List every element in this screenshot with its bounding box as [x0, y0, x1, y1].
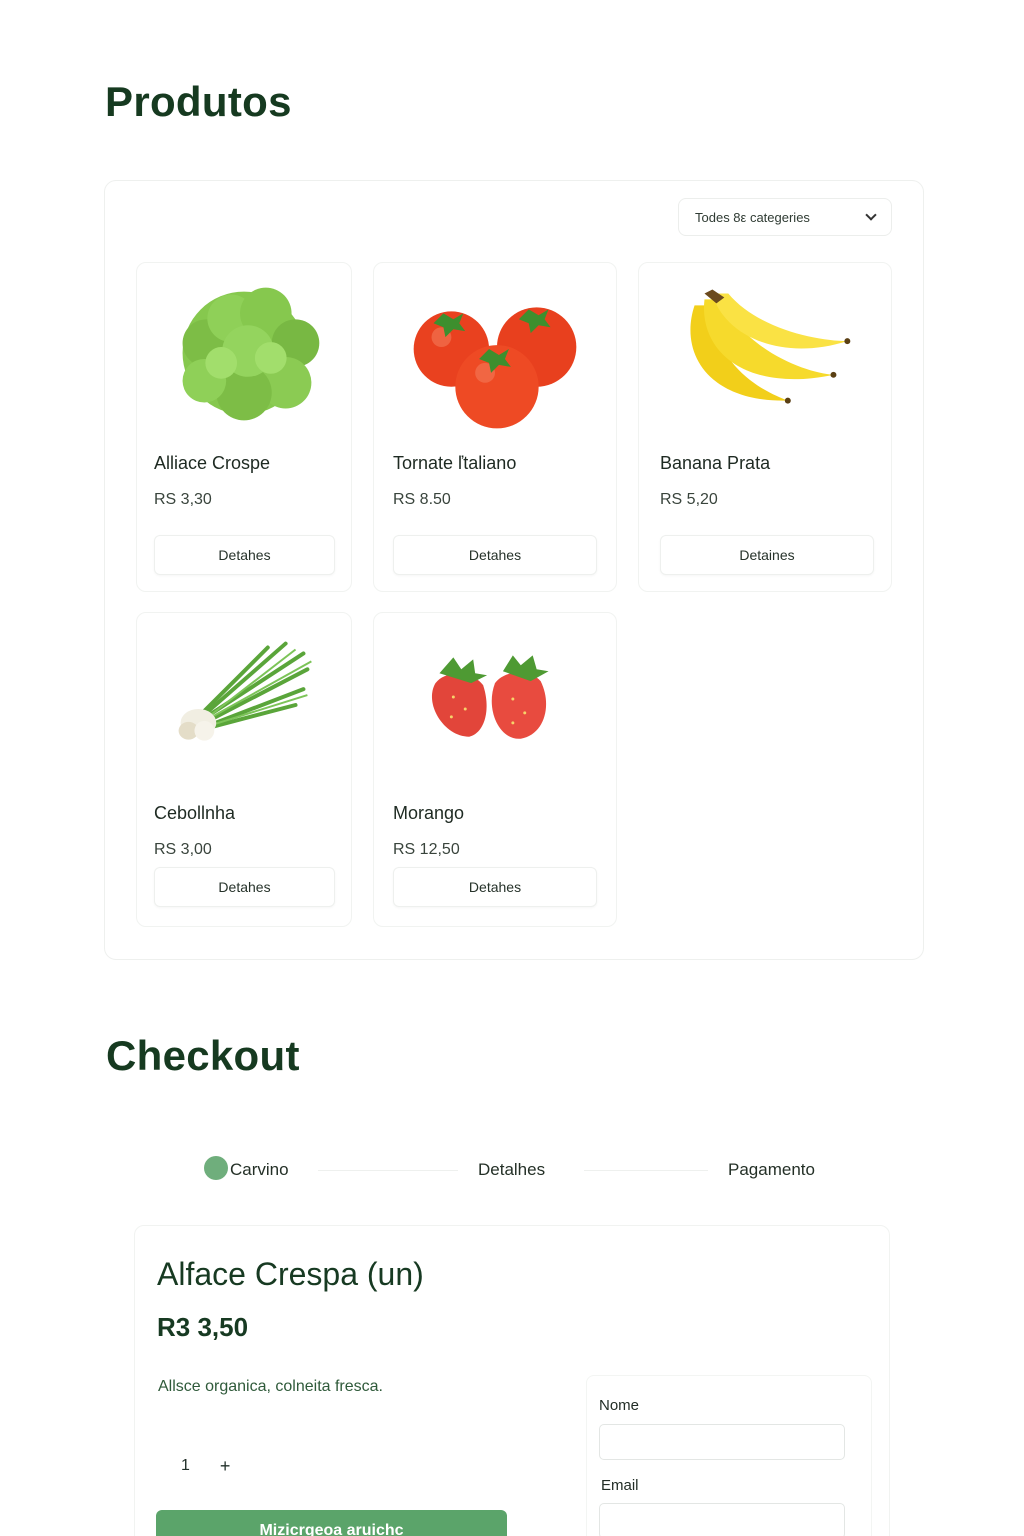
product-price: RS 8.50 [393, 491, 451, 508]
details-button[interactable]: Detahes [154, 867, 335, 907]
details-button[interactable]: Detahes [393, 867, 597, 907]
product-name: Alliace Crospe [154, 453, 271, 473]
checkout-title: Checkout [106, 1032, 300, 1079]
name-label: Nome [599, 1397, 640, 1414]
product-card[interactable]: Morango RS 12,50 Detahes [373, 612, 617, 927]
product-name: Tornate ľtaliano [393, 453, 517, 473]
product-card[interactable]: Tornate ľtaliano RS 8.50 Detahes [373, 262, 617, 592]
step-payment[interactable]: Pagamento [728, 1160, 815, 1180]
step-cart[interactable]: Carvino [230, 1160, 289, 1180]
product-card[interactable]: Cebollnha RS 3,00 Detahes [136, 612, 352, 927]
product-name: Banana Prata [660, 453, 771, 473]
checkout-stepper: Carvino Detalhes Pagamento [200, 1152, 840, 1192]
email-field[interactable] [599, 1503, 845, 1536]
item-price: R3 3,50 [157, 1312, 249, 1342]
step-divider [318, 1170, 458, 1171]
step-details[interactable]: Detalhes [478, 1160, 545, 1180]
product-name: Cebollnha [154, 803, 236, 823]
details-button[interactable]: Detaines [660, 535, 874, 575]
step-divider [584, 1170, 708, 1171]
plus-icon[interactable]: + [220, 1456, 231, 1477]
green-onion-image [178, 641, 312, 741]
product-price: RS 3,30 [154, 491, 212, 508]
products-title: Produtos [105, 78, 292, 125]
product-card[interactable]: Alliace Crospe RS 3,30 Detahes [136, 262, 352, 592]
product-price: RS 5,20 [660, 491, 718, 508]
lettuce-image [182, 287, 320, 421]
email-label: Email [601, 1477, 639, 1494]
tomatoes-image [413, 307, 577, 429]
product-card[interactable]: Banana Prata RS 5,20 Detaines [638, 262, 892, 592]
add-to-cart-button[interactable]: Mizicrgeoa aruichc [156, 1510, 507, 1536]
chevron-down-icon [865, 209, 877, 221]
category-select[interactable]: Todes 8ε categeries [678, 198, 892, 236]
details-button[interactable]: Detahes [393, 535, 597, 575]
item-title: Alface Crespa (un) [157, 1256, 424, 1292]
category-select-value: Todes 8ε categeries [695, 209, 810, 225]
quantity-value: 1 [181, 1457, 190, 1474]
details-button[interactable]: Detahes [154, 535, 335, 575]
product-price: RS 12,50 [393, 841, 460, 858]
strawberries-image [431, 655, 549, 739]
item-description: Allsce organica, colneita fresca. [158, 1378, 383, 1395]
name-field[interactable] [599, 1424, 845, 1460]
quantity-stepper[interactable]: 1 + [160, 1450, 260, 1482]
product-name: Morango [393, 803, 465, 823]
product-price: RS 3,00 [154, 841, 212, 858]
step-active-dot [204, 1156, 228, 1180]
bananas-image [690, 289, 851, 404]
